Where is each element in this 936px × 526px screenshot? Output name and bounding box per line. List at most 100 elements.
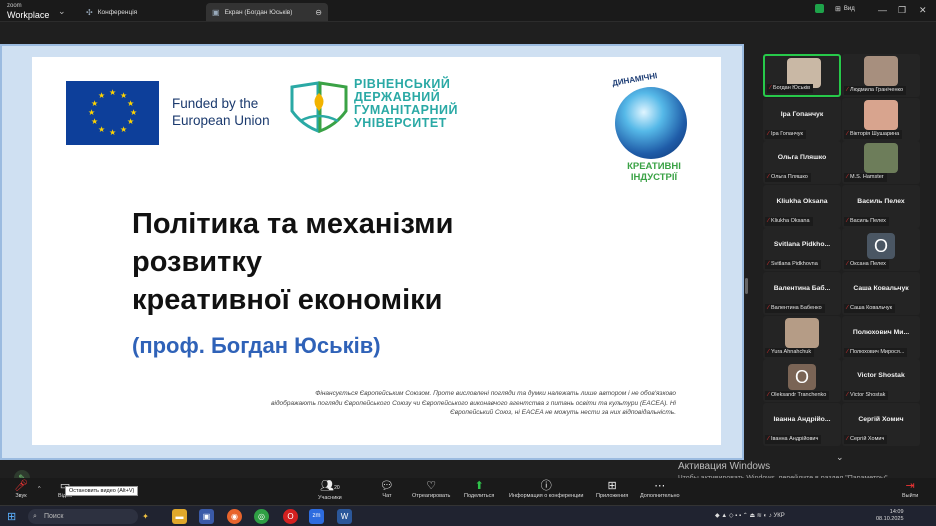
search-placeholder: Поиск bbox=[44, 513, 64, 520]
more-label: Дополнительно bbox=[640, 493, 680, 499]
audio-options-chevron-icon[interactable]: ^ bbox=[38, 486, 41, 492]
chevron-down-icon[interactable]: ⌄ bbox=[58, 6, 66, 17]
participant-tile[interactable]: ∕ Вікторія Шушарина bbox=[842, 97, 920, 141]
tab-screen-label: Екран (Богдан Юськів) bbox=[224, 8, 293, 16]
participant-label: ∕ Вікторія Шушарина bbox=[844, 129, 903, 139]
participant-tile[interactable]: Іванна Андрійо... ∕ Іванна Андрійович bbox=[763, 402, 841, 446]
taskbar-search[interactable]: ⌕ Поиск bbox=[28, 509, 138, 524]
university-name: РІВНЕНСЬКИЙ ДЕРЖАВНИЙ ГУМАНІТАРНИЙ УНІВЕ… bbox=[354, 78, 458, 130]
participant-tile[interactable]: Василь Пелех ∕ Василь Пелех bbox=[842, 184, 920, 228]
participant-name: Саша Ковальчук bbox=[853, 285, 909, 292]
zoom-logo: zoom Workplace bbox=[7, 2, 49, 20]
participant-tile[interactable]: Валентина Баб... ∕ Валентина Бабенко bbox=[763, 272, 841, 315]
mic-muted-icon: ∕ bbox=[768, 174, 770, 181]
view-button[interactable]: ⊞ Вид bbox=[815, 4, 855, 13]
tab-conference[interactable]: ✣ Конференція bbox=[80, 3, 190, 21]
funded-line-2: European Union bbox=[172, 113, 270, 128]
panel-divider[interactable] bbox=[744, 22, 750, 477]
participant-video bbox=[785, 317, 819, 348]
participant-label-text: Svitlana Pidkhovna bbox=[771, 261, 818, 268]
participant-tile[interactable]: O ∕ Oleksandr Tranchenko bbox=[763, 359, 841, 403]
minimize-icon[interactable]: — bbox=[878, 5, 887, 15]
tab-screen[interactable]: ▣ Екран (Богдан Юськів) ⊖ bbox=[206, 3, 328, 21]
meeting-info-button[interactable]: ⓘ Информация о конференции bbox=[509, 480, 583, 499]
participant-tile[interactable]: ∕ Yura Ahnahchuk bbox=[763, 315, 841, 359]
participant-tile[interactable]: Полюхович Ми... ∕ Полюхович Мирося... bbox=[842, 315, 920, 359]
file-explorer-icon[interactable]: ▬ bbox=[172, 509, 187, 524]
participant-label-text: Василь Пелех bbox=[850, 217, 886, 224]
more-options-icon[interactable]: ⊖ bbox=[315, 8, 322, 17]
participant-tile[interactable]: Ольга Пляшко ∕ Ольга Пляшко bbox=[763, 141, 841, 185]
participant-label-text: Людмила Граніченко bbox=[850, 87, 904, 93]
view-grid-icon: ⊞ bbox=[835, 5, 841, 13]
close-icon[interactable]: ✕ bbox=[919, 5, 927, 16]
system-tray: ◆ ▲ ◇ ▪ ▪ ⌃ ⏏ ≋ ◐ ♪ УКР bbox=[715, 512, 785, 519]
participant-label-text: Валентина Бабенко bbox=[771, 305, 822, 311]
participant-label: ∕ Оксана Пелех bbox=[844, 260, 889, 270]
participant-label-text: Yura Ahnahchuk bbox=[771, 348, 812, 355]
tray-icons[interactable]: ◆ ▲ ◇ ▪ ▪ ⌃ ⏏ ≋ ◐ ♪ bbox=[715, 513, 773, 519]
participant-tile[interactable]: ∕ M.S. Hamster bbox=[842, 141, 920, 185]
participant-label-text: Полюхович Мирося... bbox=[850, 348, 905, 355]
title-line-3: креативної економіки bbox=[132, 284, 443, 316]
info-icon: ⓘ bbox=[540, 480, 552, 492]
windows-start-icon[interactable]: ⊞ bbox=[7, 510, 16, 523]
conference-icon: ✣ bbox=[86, 7, 93, 17]
mic-muted-icon: ∕ bbox=[768, 348, 770, 355]
screen-share-icon: ▣ bbox=[212, 7, 220, 17]
participant-label: ∕ Валентина Бабенко bbox=[765, 304, 825, 313]
chat-button[interactable]: 💬︎ Чат bbox=[380, 480, 394, 499]
audio-button[interactable]: 🎤︎ Звук bbox=[14, 480, 28, 499]
participants-count: 20 bbox=[334, 485, 340, 491]
participant-label: ∕ Сергій Хомич bbox=[844, 434, 888, 444]
participant-tile[interactable]: Іра Гопанчук ∕ Іра Гопанчук bbox=[763, 97, 841, 141]
leave-label: Выйти bbox=[902, 493, 919, 499]
participants-button[interactable]: 👥︎20 Учасники bbox=[318, 480, 342, 501]
leave-button[interactable]: ⇥ Выйти bbox=[902, 480, 918, 499]
more-dots-icon: ⋯ bbox=[654, 480, 666, 492]
participant-label-text: Оксана Пелех bbox=[850, 261, 886, 268]
participant-label: ∕ Саша Ковальчук bbox=[844, 304, 896, 313]
participant-tile[interactable]: Victor Shostak ∕ Victor Shostak bbox=[842, 359, 920, 403]
participant-tile[interactable]: ∕ Людмила Граніченко bbox=[842, 54, 920, 97]
taskbar-app-icon[interactable]: ▣ bbox=[199, 509, 214, 524]
restore-icon[interactable]: ❐ bbox=[898, 5, 906, 16]
participant-tile[interactable]: Kliukha Oksana ∕ Kliukha Oksana bbox=[763, 184, 841, 228]
participant-name: Svitlana Pidkho... bbox=[773, 241, 831, 249]
participant-label-text: Ольга Пляшко bbox=[771, 174, 808, 181]
creative-industries-text: КРЕАТИВНІ ІНДУСТРІЇ bbox=[618, 161, 690, 183]
more-button[interactable]: ⋯ Дополнительно bbox=[640, 480, 680, 499]
participant-label-text: Саша Ковальчук bbox=[850, 305, 893, 311]
participant-label-text: Іванна Андрійович bbox=[771, 435, 819, 442]
firefox-icon[interactable]: ◉ bbox=[227, 509, 242, 524]
participant-tile[interactable]: O ∕ Оксана Пелех bbox=[842, 228, 920, 272]
participant-label: ∕ M.S. Hamster bbox=[844, 173, 887, 183]
participant-video bbox=[864, 56, 898, 86]
participant-tile[interactable]: Саша Ковальчук ∕ Саша Ковальчук bbox=[842, 272, 920, 315]
zoom-taskbar-icon[interactable]: zm bbox=[309, 509, 324, 524]
participant-tile[interactable]: Сергій Хомич ∕ Сергій Хомич bbox=[842, 402, 920, 446]
word-icon[interactable]: W bbox=[337, 509, 352, 524]
watermark-line-1: Активация Windows bbox=[678, 461, 771, 472]
participant-label-text: Kliukha Oksana bbox=[771, 217, 810, 224]
funded-by-eu-text: Funded by the European Union bbox=[172, 95, 270, 129]
participant-tile[interactable]: ∕ Богдан Юськів bbox=[763, 54, 841, 97]
participants-label: Учасники bbox=[318, 495, 342, 501]
react-button[interactable]: ♡ Отреагировать bbox=[412, 480, 450, 499]
participant-label: ∕ Іванна Андрійович bbox=[765, 434, 822, 444]
mic-muted-icon: ∕ bbox=[768, 130, 770, 137]
share-button[interactable]: ⬆ Поделиться bbox=[464, 480, 494, 499]
apps-button[interactable]: ⊞ Приложения bbox=[596, 480, 628, 499]
participant-label: ∕ Victor Shostak bbox=[844, 391, 889, 401]
mic-muted-icon: ∕ bbox=[847, 87, 849, 93]
mic-muted-icon: ∕ bbox=[847, 174, 849, 181]
opera-icon[interactable]: O bbox=[283, 509, 298, 524]
widgets-icon[interactable]: ✦ bbox=[138, 509, 153, 524]
participant-name: Victor Shostak bbox=[857, 372, 905, 380]
resize-handle[interactable] bbox=[745, 278, 748, 294]
participant-name: Василь Пелех bbox=[857, 197, 905, 205]
taskbar-clock[interactable]: 14:09 08.10.2025 bbox=[876, 509, 904, 523]
language-indicator[interactable]: УКР bbox=[773, 513, 784, 519]
chrome-icon[interactable]: ◎ bbox=[254, 509, 269, 524]
participant-tile[interactable]: Svitlana Pidkho... ∕ Svitlana Pidkhovna bbox=[763, 228, 841, 272]
